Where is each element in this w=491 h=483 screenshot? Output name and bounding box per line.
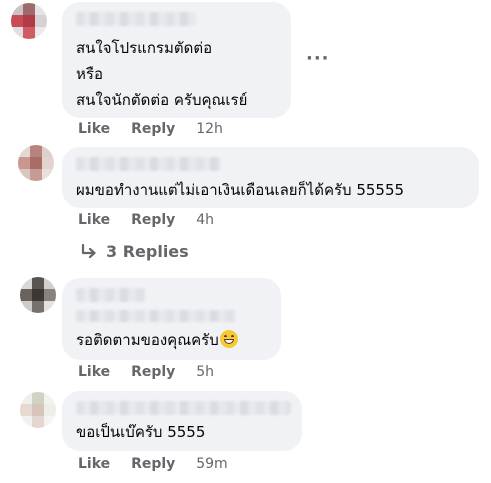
avatar[interactable] (18, 145, 54, 181)
comment-actions: Like Reply 4h (78, 212, 214, 228)
reply-button[interactable]: Reply (131, 364, 175, 380)
timestamp[interactable]: 5h (196, 364, 214, 380)
reply-button[interactable]: Reply (131, 456, 175, 472)
reply-button[interactable]: Reply (131, 212, 175, 228)
comment-actions: Like Reply 59m (78, 456, 228, 472)
timestamp[interactable]: 4h (196, 212, 214, 228)
comment-text: รอติดตามของคุณครับ (76, 330, 238, 350)
comment-actions: Like Reply 12h (78, 121, 223, 137)
like-button[interactable]: Like (78, 121, 110, 137)
comment-text: สนใจโปรแกรมตัดต่อ (76, 39, 213, 57)
grinning-sweat-emoji-icon (219, 330, 238, 348)
comment-bubble: ผมขอทำงานแต่ไม่เอาเงินเดือนเลยก็ได้ครับ … (62, 147, 479, 208)
view-replies-link[interactable]: 3 Replies (80, 242, 189, 261)
like-button[interactable]: Like (78, 212, 110, 228)
timestamp[interactable]: 59m (196, 456, 227, 472)
commenter-subtitle (76, 310, 236, 322)
reply-button[interactable]: Reply (131, 121, 175, 137)
timestamp[interactable]: 12h (196, 121, 223, 137)
ellipsis-icon[interactable]: ··· (306, 50, 330, 68)
avatar[interactable] (20, 277, 56, 313)
like-button[interactable]: Like (78, 364, 110, 380)
comment-text: สนใจนักตัดต่อ ครับคุณเรย์ (76, 91, 248, 109)
comment-bubble: ขอเป็นเบ๊ครับ 5555 (62, 391, 302, 451)
commenter-name[interactable] (76, 288, 146, 302)
avatar[interactable] (20, 392, 56, 428)
commenter-name[interactable] (76, 157, 221, 171)
comment-bubble: รอติดตามของคุณครับ (62, 278, 281, 360)
commenter-name[interactable] (76, 12, 196, 26)
avatar[interactable] (11, 3, 47, 39)
comment-text: ผมขอทำงานแต่ไม่เอาเงินเดือนเลยก็ได้ครับ … (76, 181, 405, 199)
commenter-name[interactable] (76, 401, 291, 415)
comment-thread: สนใจโปรแกรมตัดต่อ หรือ สนใจนักตัดต่อ ครั… (0, 0, 491, 483)
replies-count[interactable]: 3 Replies (106, 242, 189, 261)
comment-bubble: สนใจโปรแกรมตัดต่อ หรือ สนใจนักตัดต่อ ครั… (62, 2, 291, 118)
comment-text: ขอเป็นเบ๊ครับ 5555 (76, 423, 206, 441)
comment-actions: Like Reply 5h (78, 364, 214, 380)
reply-arrow-icon (81, 243, 96, 258)
like-button[interactable]: Like (78, 456, 110, 472)
comment-text: หรือ (76, 65, 103, 83)
